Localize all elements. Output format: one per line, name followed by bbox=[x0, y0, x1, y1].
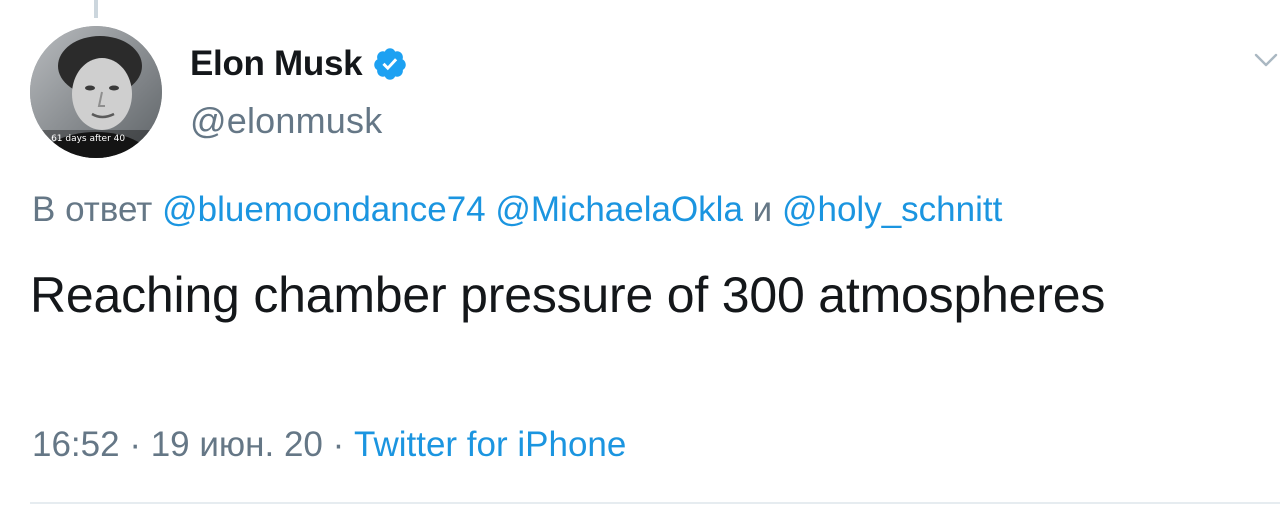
avatar-caption: in 61 days after 40 bbox=[40, 134, 126, 144]
thread-connector-line bbox=[94, 0, 98, 18]
avatar[interactable]: in 61 days after 40 bbox=[30, 26, 162, 158]
meta-separator: · bbox=[332, 425, 345, 464]
reply-context: В ответ @bluemoondance74 @MichaelaOkla и… bbox=[32, 190, 1002, 230]
reply-mention-link[interactable]: @bluemoondance74 bbox=[162, 190, 486, 229]
display-name-row: Elon Musk bbox=[190, 36, 408, 92]
reply-prefix: В ответ bbox=[32, 190, 153, 229]
meta-separator: · bbox=[129, 425, 141, 464]
chevron-down-icon[interactable] bbox=[1252, 46, 1280, 74]
tweet-text: Reaching chamber pressure of 300 atmosph… bbox=[30, 267, 1106, 323]
tweet-date[interactable]: 19 июн. 20 bbox=[151, 425, 323, 464]
reply-mention-link[interactable]: @MichaelaOkla bbox=[495, 190, 743, 229]
display-name[interactable]: Elon Musk bbox=[190, 44, 363, 84]
reply-conjunction: и bbox=[752, 190, 773, 229]
tweet-time[interactable]: 16:52 bbox=[32, 425, 120, 464]
author-info: Elon Musk bbox=[190, 36, 408, 96]
divider bbox=[30, 502, 1280, 504]
reply-mention-link[interactable]: @holy_schnitt bbox=[782, 190, 1002, 229]
tweet-meta: 16:52 · 19 июн. 20 · Twitter for iPhone bbox=[32, 425, 626, 465]
author-handle[interactable]: @elonmusk bbox=[190, 100, 382, 142]
tweet-source-link[interactable]: Twitter for iPhone bbox=[354, 425, 626, 464]
verified-badge-icon bbox=[374, 48, 407, 80]
